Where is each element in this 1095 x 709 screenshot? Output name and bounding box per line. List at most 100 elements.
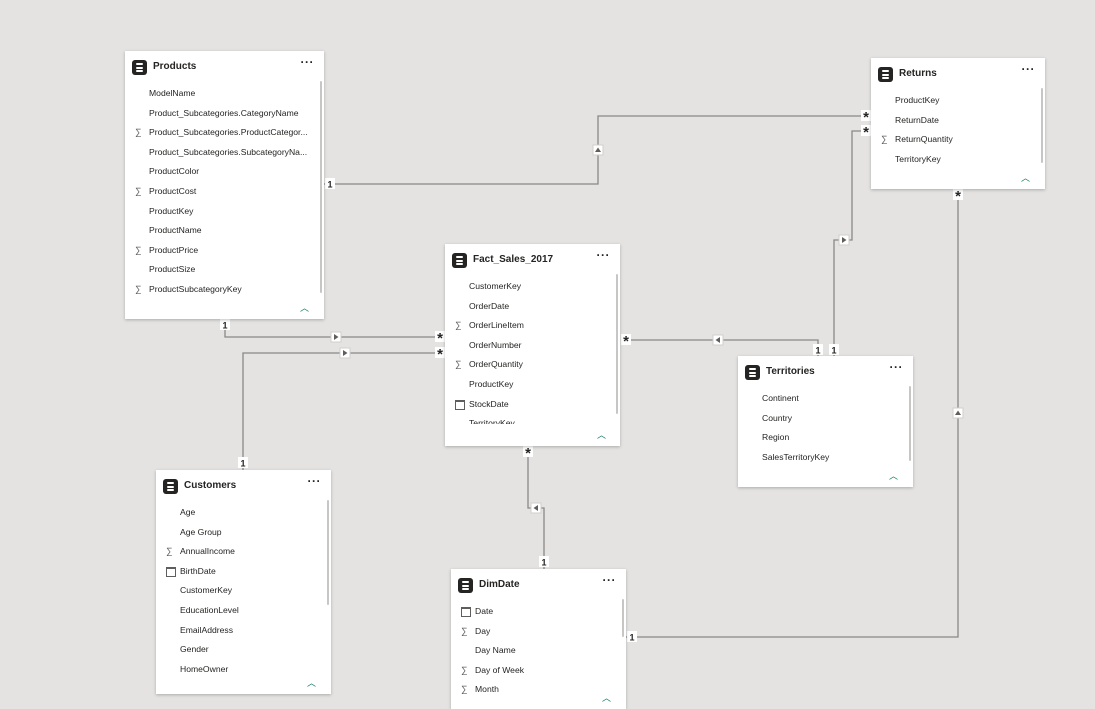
field-row[interactable]: ModelName bbox=[125, 85, 314, 105]
field-row[interactable]: ReturnDate bbox=[871, 112, 1035, 132]
collapse-chevron-icon[interactable]: ︿ bbox=[889, 469, 898, 482]
field-row[interactable]: ∑ ProductSubcategoryKey bbox=[125, 281, 314, 297]
field-name: ProductKey bbox=[895, 95, 940, 105]
field-row[interactable]: Date bbox=[451, 603, 616, 623]
field-row[interactable]: ∑ Product_Subcategories.ProductCategor... bbox=[125, 124, 314, 144]
svg-text:1: 1 bbox=[831, 346, 836, 356]
field-row[interactable]: CustomerKey bbox=[156, 582, 321, 602]
field-row[interactable]: ∑ AnnualIncome bbox=[156, 543, 321, 563]
collapse-chevron-icon[interactable]: ︿ bbox=[597, 428, 606, 441]
field-row[interactable]: ProductColor bbox=[125, 163, 314, 183]
field-row[interactable]: ∑ ReturnQuantity bbox=[871, 131, 1035, 151]
field-row[interactable]: EducationLevel bbox=[156, 602, 321, 622]
field-row[interactable]: OrderDate bbox=[445, 298, 610, 318]
more-options-icon[interactable]: ··· bbox=[603, 573, 617, 587]
field-row[interactable]: EmailAddress bbox=[156, 622, 321, 642]
field-row[interactable]: Product_Subcategories.SubcategoryNa... bbox=[125, 144, 314, 164]
table-header[interactable]: DimDate ··· bbox=[451, 569, 626, 603]
more-options-icon[interactable]: ··· bbox=[890, 360, 904, 374]
field-list[interactable]: Date ∑ Day Day Name ∑ Day of Week ∑ Month bbox=[451, 603, 616, 709]
more-options-icon[interactable]: ··· bbox=[308, 474, 322, 488]
field-name: Day of Week bbox=[475, 664, 525, 675]
field-row[interactable]: ∑ OrderQuantity bbox=[445, 356, 610, 376]
cardinality-label: * bbox=[523, 445, 533, 462]
direction-arrow bbox=[592, 144, 604, 156]
table-card-returns[interactable]: Returns ··· ProductKey ReturnDate ∑ ReturnQua… bbox=[871, 58, 1045, 189]
svg-text:*: * bbox=[623, 333, 629, 350]
table-icon bbox=[458, 578, 473, 593]
field-row[interactable]: ∑ OrderLineItem bbox=[445, 317, 610, 337]
field-row[interactable]: ProductName bbox=[125, 222, 314, 242]
svg-text:1: 1 bbox=[327, 180, 332, 190]
field-row[interactable]: Product_Subcategories.CategoryName bbox=[125, 105, 314, 125]
field-row[interactable]: Age Group bbox=[156, 524, 321, 544]
table-header[interactable]: Territories ··· bbox=[738, 356, 913, 390]
sum-icon: ∑ bbox=[135, 244, 142, 255]
field-name: Continent bbox=[762, 393, 799, 403]
field-row[interactable]: Gender bbox=[156, 641, 321, 661]
scrollbar[interactable] bbox=[1041, 88, 1043, 163]
field-list[interactable]: Age Age Group ∑ AnnualIncome BirthDate Custom… bbox=[156, 504, 321, 680]
cardinality-label: 1 bbox=[325, 178, 335, 190]
field-list[interactable]: ModelName Product_Subcategories.CategoryN… bbox=[125, 85, 314, 297]
cardinality-label: 1 bbox=[829, 344, 839, 356]
field-row[interactable]: Region bbox=[738, 429, 903, 449]
field-row[interactable]: Day Name bbox=[451, 642, 616, 662]
field-name: ReturnQuantity bbox=[895, 134, 953, 145]
table-header[interactable]: Fact_Sales_2017 ··· bbox=[445, 244, 620, 278]
table-card-products[interactable]: Products ··· ModelName Product_Subcategorie… bbox=[125, 51, 324, 319]
more-options-icon[interactable]: ··· bbox=[301, 55, 315, 69]
field-row[interactable]: Continent bbox=[738, 390, 903, 410]
sum-icon: ∑ bbox=[455, 359, 462, 370]
field-name: Date bbox=[475, 606, 494, 616]
table-icon bbox=[163, 479, 178, 494]
field-name: CustomerKey bbox=[180, 585, 233, 596]
svg-text:*: * bbox=[955, 188, 961, 205]
field-row[interactable]: TerritoryKey bbox=[445, 415, 610, 424]
collapse-chevron-icon[interactable]: ︿ bbox=[602, 691, 611, 704]
field-row[interactable]: SalesTerritoryKey bbox=[738, 449, 903, 468]
field-row[interactable]: StockDate bbox=[445, 396, 610, 416]
field-row[interactable]: ProductKey bbox=[125, 203, 314, 223]
scrollbar[interactable] bbox=[616, 274, 618, 414]
table-card-fact_sales[interactable]: Fact_Sales_2017 ··· CustomerKey OrderDate ∑ O… bbox=[445, 244, 620, 446]
collapse-chevron-icon[interactable]: ︿ bbox=[300, 301, 309, 314]
table-card-dimdate[interactable]: DimDate ··· Date ∑ Day Day Name ∑ Day of Week ∑ M… bbox=[451, 569, 626, 709]
field-row[interactable]: Age bbox=[156, 504, 321, 524]
field-row[interactable]: OrderNumber bbox=[445, 337, 610, 357]
table-header[interactable]: Customers ··· bbox=[156, 470, 331, 504]
field-row[interactable]: TerritoryKey bbox=[871, 151, 1035, 170]
field-row[interactable]: ProductKey bbox=[871, 92, 1035, 112]
field-row[interactable]: ∑ Month bbox=[451, 681, 616, 701]
field-row[interactable]: ∑ Day of Week bbox=[451, 662, 616, 682]
scrollbar[interactable] bbox=[909, 386, 911, 461]
more-options-icon[interactable]: ··· bbox=[1022, 62, 1036, 76]
scrollbar[interactable] bbox=[327, 500, 329, 605]
relationship-line[interactable] bbox=[242, 352, 440, 470]
table-header[interactable]: Returns ··· bbox=[871, 58, 1045, 92]
field-row[interactable]: ∑ ProductCost bbox=[125, 183, 314, 203]
table-card-customers[interactable]: Customers ··· Age Age Group ∑ AnnualIncome Bir… bbox=[156, 470, 331, 694]
cardinality-label: * bbox=[621, 333, 631, 350]
collapse-chevron-icon[interactable]: ︿ bbox=[1021, 171, 1030, 184]
field-row[interactable]: ProductKey bbox=[445, 376, 610, 396]
table-card-territories[interactable]: Territories ··· Continent Country Region Sale… bbox=[738, 356, 913, 487]
field-row[interactable]: HomeOwner bbox=[156, 661, 321, 680]
collapse-chevron-icon[interactable]: ︿ bbox=[307, 676, 316, 689]
field-row[interactable]: ProductSize bbox=[125, 261, 314, 281]
more-options-icon[interactable]: ··· bbox=[597, 248, 611, 262]
field-row[interactable]: Country bbox=[738, 410, 903, 430]
field-row[interactable]: ∑ Day bbox=[451, 623, 616, 643]
field-name: ProductKey bbox=[149, 205, 194, 216]
direction-arrow bbox=[530, 502, 542, 514]
scrollbar[interactable] bbox=[320, 81, 322, 293]
field-row[interactable]: CustomerKey bbox=[445, 278, 610, 298]
field-row[interactable]: BirthDate bbox=[156, 563, 321, 583]
scrollbar[interactable] bbox=[622, 599, 624, 637]
field-list[interactable]: ProductKey ReturnDate ∑ ReturnQuantity Terri… bbox=[871, 92, 1035, 170]
table-header[interactable]: Products ··· bbox=[125, 51, 324, 85]
field-row[interactable]: ∑ ProductPrice bbox=[125, 242, 314, 262]
field-list[interactable]: Continent Country Region SalesTerritoryKey bbox=[738, 390, 903, 468]
sum-icon: ∑ bbox=[881, 134, 888, 145]
field-list[interactable]: CustomerKey OrderDate ∑ OrderLineItem OrderN… bbox=[445, 278, 610, 424]
